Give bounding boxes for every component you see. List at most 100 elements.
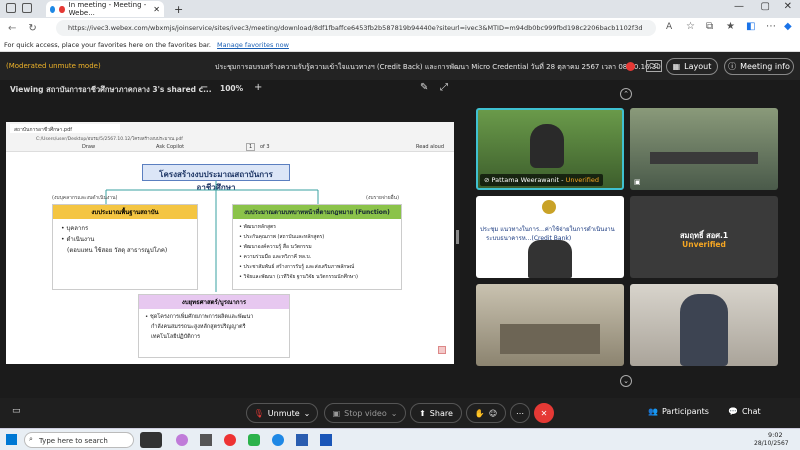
mic-muted-icon: 🎙 <box>253 408 264 418</box>
chat-button[interactable]: 💬 Chat <box>728 407 761 416</box>
clock-time: 9:02 <box>768 431 783 439</box>
list-item: • ชุดโครงการเพิ่มศักยภาพการผลิตและพัฒนา <box>145 314 254 320</box>
panel-resize-handle[interactable] <box>456 230 459 244</box>
ask-copilot-button[interactable]: Ask Copilot <box>156 144 184 150</box>
right-note: (งบรายจ่ายอื่น) <box>366 195 400 201</box>
scroll-up-icon[interactable]: ⌃ <box>620 88 632 100</box>
participant-name: Pattama Weerawanit <box>491 176 560 184</box>
participant-tile-3[interactable]: ประชุม แนวทางในการ...ค่าใช้จ่ายในการดำเน… <box>476 196 624 278</box>
annotate-icon[interactable]: ✎ <box>420 82 428 93</box>
zoom-out-button[interactable]: − <box>200 82 208 93</box>
layout-button[interactable]: ▦ Layout <box>666 58 718 75</box>
collections-icon[interactable]: ◧ <box>746 21 755 32</box>
task-view-icon[interactable] <box>200 434 212 446</box>
refresh-icon[interactable]: ↻ <box>28 23 36 34</box>
unverified-badge: Unverified <box>565 176 599 184</box>
zoom-in-button[interactable]: + <box>254 82 262 93</box>
closed-captions-icon[interactable]: CC <box>646 60 662 72</box>
taskbar-search-input[interactable]: ⌕ Type here to search <box>24 432 134 448</box>
webex-taskbar-icon[interactable] <box>296 434 308 446</box>
list-item: กำลังคนสมรรถนะสูงหลักสูตรปริญญาตรี <box>151 324 246 330</box>
participant-tile-2[interactable]: ▣ <box>630 108 778 190</box>
participant-video <box>528 240 572 278</box>
back-icon[interactable]: ← <box>8 23 16 34</box>
list-item: • บุคลากร <box>61 225 89 232</box>
page-logo-icon <box>438 346 446 354</box>
recording-icon <box>59 5 65 13</box>
leave-meeting-button[interactable]: ✕ <box>534 403 554 423</box>
stop-video-button[interactable]: ▣ Stop video ⌄ <box>324 403 406 423</box>
read-aloud-button[interactable]: Read aloud <box>416 144 444 150</box>
tab-close-icon[interactable]: ✕ <box>153 5 160 14</box>
chevron-down-icon: ⌄ <box>303 408 311 418</box>
scroll-down-icon[interactable]: ⌄ <box>620 375 632 387</box>
tab-active[interactable]: In meeting - Meeting - Webe... ✕ <box>46 1 164 17</box>
maximize-icon[interactable]: ▢ <box>761 1 770 12</box>
layout-icon: ▦ <box>672 62 681 71</box>
pdf-viewer-toolbar: สถาบันการอาชีวศึกษา.pdf C:/Users/user/De… <box>6 122 454 152</box>
unmute-button[interactable]: 🎙 Unmute ⌄ <box>246 403 318 423</box>
favorites-bar: For quick access, place your favorites h… <box>0 38 800 52</box>
favorites-bar-hint: For quick access, place your favorites h… <box>4 41 211 49</box>
pop-out-icon[interactable]: ⤢ <box>440 82 448 93</box>
list-item: • วิจัยและพัฒนา (เวทีวิจัย ฐานวิจัย นวัต… <box>239 274 358 280</box>
participant-tile-6[interactable] <box>630 284 778 366</box>
participant-tile-4[interactable]: สมฤทธิ์ สอศ.1 Unverified <box>630 196 778 278</box>
list-item: • ความร่วมมือ และทวิภาคี ทล.บ. <box>239 254 312 260</box>
pdf-tab[interactable]: สถาบันการอาชีวศึกษา.pdf <box>10 124 120 133</box>
manage-favorites-link[interactable]: Manage favorites now <box>217 41 289 49</box>
url-input[interactable]: https://ivec3.webex.com/wbxmjs/joinservi… <box>56 20 656 36</box>
close-icon: ✕ <box>540 408 548 418</box>
box-function-budget-title: งบประมาณตามบทบาทหน้าที่ตามกฎหมาย (Functi… <box>233 205 401 219</box>
copilot-icon[interactable]: ◆ <box>784 21 792 32</box>
page-number-input[interactable]: 1 <box>246 143 256 151</box>
webex-favicon-icon <box>50 5 56 13</box>
video-icon: ▣ <box>634 178 641 186</box>
emoji-icon: ☺ <box>488 408 498 418</box>
edge-icon[interactable] <box>272 434 284 446</box>
video-icon: ▣ <box>332 408 341 418</box>
list-item: • ดำเนินงาน <box>61 236 95 243</box>
favorite-star-icon[interactable]: ☆ <box>686 21 695 32</box>
browser-tab-bar: In meeting - Meeting - Webe... ✕ + — ▢ ✕ <box>0 0 800 18</box>
meeting-controls: ▭ 🎙 Unmute ⌄ ▣ Stop video ⌄ ⬆ Share ✋ ☺ … <box>0 398 800 428</box>
pdf-page: โครงสร้างงบประมาณสถาบันการอาชีวศึกษา (งบ… <box>6 152 454 364</box>
participant-video <box>650 152 758 164</box>
mic-muted-icon: ⊘ <box>484 176 490 184</box>
participant-tile-1[interactable]: ⊘ Pattama Weerawanit - Unverified <box>476 108 624 190</box>
captions-toggle-icon[interactable]: ▭ <box>12 406 21 416</box>
list-item: • ประกันคุณภาพ (สถาบันและหลักสูตร) <box>239 234 325 240</box>
tab-title: In meeting - Meeting - Webe... <box>68 1 147 17</box>
window-close-icon[interactable]: ✕ <box>784 1 792 12</box>
reactions-button[interactable]: ✋ ☺ <box>466 403 506 423</box>
recording-indicator-icon[interactable] <box>626 62 635 71</box>
window-menu-icon[interactable] <box>6 3 16 13</box>
participant-tile-5[interactable] <box>476 284 624 366</box>
split-screen-icon[interactable]: ⧉ <box>706 21 713 32</box>
participants-button[interactable]: 👥 Participants <box>648 407 709 416</box>
minimize-icon[interactable]: — <box>734 1 744 12</box>
chrome-icon[interactable] <box>224 434 236 446</box>
participant-video <box>530 124 564 168</box>
share-icon: ⬆ <box>419 408 426 418</box>
favorites-icon[interactable]: ★ <box>726 21 735 32</box>
shared-content[interactable]: สถาบันการอาชีวศึกษา.pdf C:/Users/user/De… <box>6 122 454 364</box>
meeting-header: (Moderated unmute mode) ประชุมการอบรมสร้… <box>0 52 800 80</box>
share-button[interactable]: ⬆ Share <box>410 403 462 423</box>
new-tab-icon[interactable]: + <box>174 3 183 16</box>
draw-button[interactable]: Draw <box>82 144 95 150</box>
copilot-taskbar-icon[interactable] <box>176 434 188 446</box>
line-app-icon[interactable] <box>248 434 260 446</box>
meeting-info-button[interactable]: ⓘ Meeting info <box>724 58 794 75</box>
more-options-button[interactable]: ⋯ <box>510 403 530 423</box>
word-icon[interactable] <box>320 434 332 446</box>
tab-actions-icon[interactable] <box>22 3 32 13</box>
box-strategic-budget: งบยุทธศาสตร์/บูรณาการ • ชุดโครงการเพิ่มศ… <box>138 294 290 358</box>
read-aloud-icon[interactable]: A <box>666 22 672 32</box>
emblem-icon <box>542 200 556 214</box>
windows-start-icon[interactable] <box>6 434 17 445</box>
widgets-icon[interactable] <box>140 432 162 448</box>
pdf-path[interactable]: C:/Users/user/Desktop/อบรม/5/2567.10.12/… <box>36 135 436 142</box>
settings-more-icon[interactable]: ⋯ <box>766 21 776 32</box>
moderated-mode-label: (Moderated unmute mode) <box>6 62 101 70</box>
